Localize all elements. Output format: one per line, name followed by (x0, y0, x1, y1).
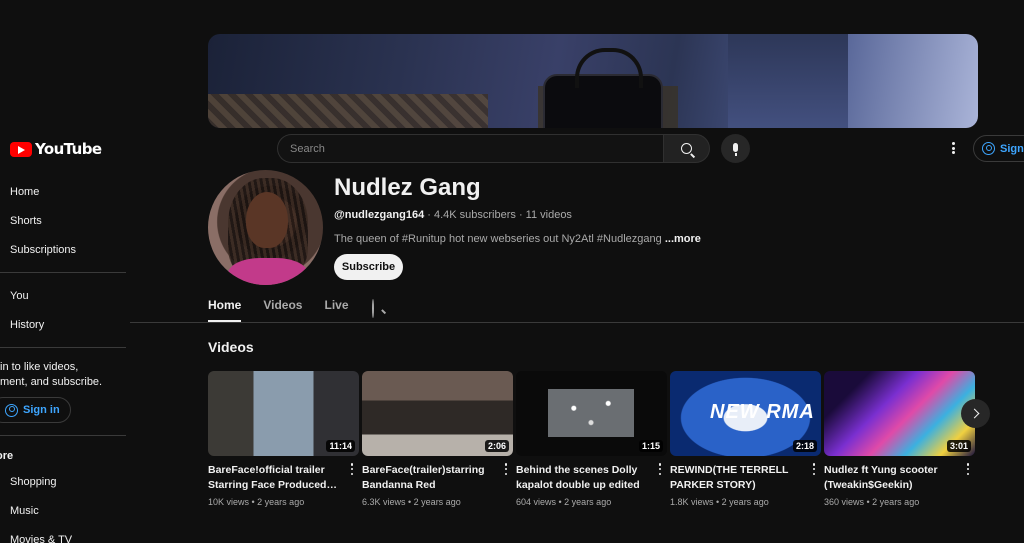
channel-description-text: The queen of #Runitup hot new webseries … (334, 233, 665, 245)
video-menu-button[interactable] (349, 463, 355, 475)
topbar-signin-label: Sign (1000, 142, 1024, 155)
video-title[interactable]: BareFace!official trailer Starring Face … (208, 463, 346, 493)
channel-tabs: Home Videos Live (208, 298, 371, 322)
video-menu-button[interactable] (657, 463, 663, 475)
channel-avatar[interactable] (208, 170, 323, 285)
channel-name: Nudlez Gang (334, 174, 481, 201)
video-thumbnail[interactable]: 1:15 (516, 371, 667, 456)
channel-stats: · 4.4K subscribers · 11 videos (424, 209, 572, 221)
youtube-logo[interactable]: YouTube (10, 140, 102, 158)
video-meta: 604 views • 2 years ago (516, 497, 612, 507)
shelf-next-button[interactable] (961, 399, 990, 428)
video-title[interactable]: Behind the scenes Dolly kapalot double u… (516, 463, 654, 493)
sidebar-divider (0, 347, 126, 348)
settings-menu-button[interactable] (947, 140, 959, 156)
video-menu-button[interactable] (503, 463, 509, 475)
sidebar-divider (0, 272, 126, 273)
video-meta: 1.8K views • 2 years ago (670, 497, 769, 507)
search-button[interactable] (663, 134, 710, 163)
video-card[interactable]: 2:06 BareFace(trailer)starring Bandanna … (362, 371, 513, 507)
tab-live[interactable]: Live (324, 298, 348, 322)
video-duration: 11:14 (326, 440, 355, 452)
video-card[interactable]: NEW RMA 2:18 REWIND(THE TERRELL PARKER ST… (670, 371, 821, 507)
sidebar-explore-heading: ore (0, 450, 14, 462)
channel-banner (208, 34, 978, 128)
thumbnail-text: NEW RMA (710, 401, 815, 423)
videos-section-title[interactable]: Videos (208, 339, 254, 355)
channel-handle: @nudlezgang164 (334, 209, 425, 221)
video-card[interactable]: 11:14 BareFace!official trailer Starring… (208, 371, 359, 507)
video-title[interactable]: REWIND(THE TERRELL PARKER STORY) (670, 463, 808, 493)
signin-prompt-line2: ment, and subscribe. (0, 376, 103, 388)
video-meta: 10K views • 2 years ago (208, 497, 305, 507)
voice-search-button[interactable] (721, 134, 750, 163)
more-vert-icon (350, 463, 354, 466)
signin-prompt-line1: in to like videos, (0, 361, 79, 373)
video-duration: 1:15 (638, 440, 663, 452)
more-vert-icon (504, 463, 508, 466)
video-title[interactable]: BareFace(trailer)starring Bandanna Red (362, 463, 500, 493)
search-icon (372, 299, 374, 318)
search-icon (681, 143, 692, 154)
more-vert-icon (812, 463, 816, 466)
sidebar-item-music[interactable]: Music (10, 505, 39, 517)
more-vert-icon (951, 142, 955, 145)
video-thumbnail[interactable]: 3:01 (824, 371, 975, 456)
sidebar-item-you[interactable]: You (10, 290, 29, 302)
youtube-wordmark: YouTube (35, 140, 102, 158)
account-icon (5, 403, 18, 417)
sidebar-item-shopping[interactable]: Shopping (10, 476, 57, 488)
sidebar-item-home[interactable]: Home (10, 186, 39, 198)
sidebar-item-history[interactable]: History (10, 319, 44, 331)
more-vert-icon (966, 463, 970, 466)
sidebar-divider (0, 435, 126, 436)
video-meta: 6.3K views • 2 years ago (362, 497, 461, 507)
search-input[interactable] (278, 135, 638, 162)
video-card[interactable]: 1:15 Behind the scenes Dolly kapalot dou… (516, 371, 667, 507)
search-box (277, 134, 664, 163)
tabs-divider (130, 322, 1024, 323)
sidebar-signin-label: Sign in (23, 404, 60, 416)
youtube-play-icon (10, 141, 32, 157)
video-title[interactable]: Nudlez ft Yung scooter (Tweakin$Geekin) (824, 463, 962, 493)
video-thumbnail[interactable]: 2:06 (362, 371, 513, 456)
sidebar-signin-button[interactable]: Sign in (0, 397, 71, 423)
video-thumbnail[interactable]: NEW RMA 2:18 (670, 371, 821, 456)
microphone-icon (733, 143, 738, 156)
channel-description[interactable]: The queen of #Runitup hot new webseries … (334, 233, 701, 245)
video-duration: 2:18 (792, 440, 817, 452)
video-card[interactable]: 3:01 Nudlez ft Yung scooter (Tweakin$Gee… (824, 371, 975, 507)
tab-home[interactable]: Home (208, 298, 242, 322)
sidebar-item-subscriptions[interactable]: Subscriptions (10, 244, 76, 256)
channel-search-button[interactable] (372, 299, 374, 318)
video-duration: 3:01 (946, 440, 971, 452)
tab-videos[interactable]: Videos (263, 298, 302, 322)
video-duration: 2:06 (484, 440, 509, 452)
description-more-link[interactable]: ...more (665, 233, 701, 245)
video-meta: 360 views • 2 years ago (824, 497, 920, 507)
more-vert-icon (658, 463, 662, 466)
sidebar-item-movies-tv[interactable]: Movies & TV (10, 534, 72, 543)
subscribe-button[interactable]: Subscribe (334, 254, 403, 280)
chevron-right-icon (969, 408, 980, 419)
account-icon (982, 142, 995, 155)
sidebar-item-shorts[interactable]: Shorts (10, 215, 42, 227)
topbar-signin-button[interactable]: Sign (973, 135, 1024, 162)
video-menu-button[interactable] (965, 463, 971, 475)
video-menu-button[interactable] (811, 463, 817, 475)
video-thumbnail[interactable]: 11:14 (208, 371, 359, 456)
channel-meta: @nudlezgang164 · 4.4K subscribers · 11 v… (334, 209, 572, 221)
